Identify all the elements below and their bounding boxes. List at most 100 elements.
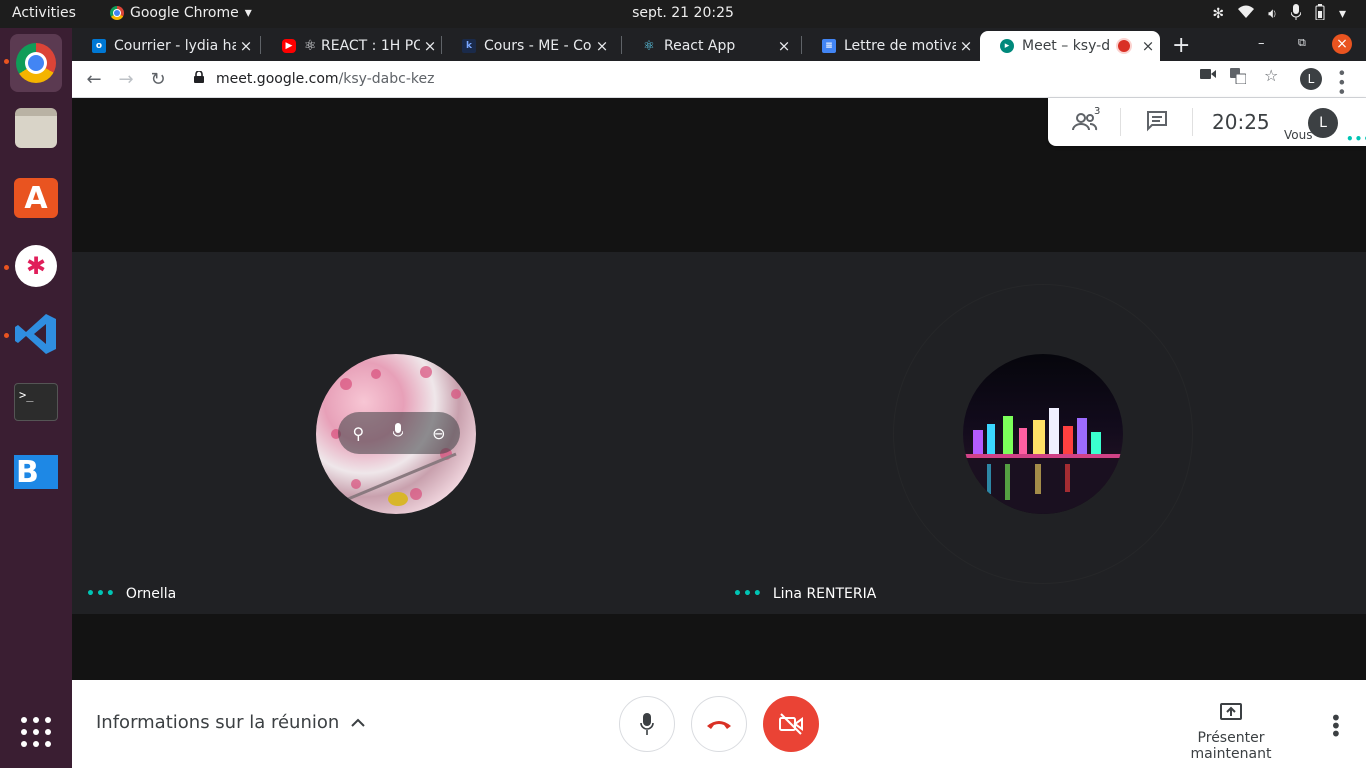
translate-icon[interactable] [1230, 68, 1247, 88]
meeting-status-panel: 3 20:25 Vous L ••• [1048, 98, 1366, 146]
close-tab-icon[interactable]: × [774, 37, 794, 55]
meeting-clock: 20:25 [1212, 110, 1270, 134]
show-apps-button[interactable] [12, 708, 60, 756]
chrome-icon [16, 43, 56, 83]
browser-menu-icon[interactable]: ••• [1332, 68, 1351, 96]
slack-icon: ✱ [15, 245, 57, 287]
url-path: /ksy-dabc-kez [338, 71, 435, 87]
self-label: Vous [1284, 128, 1313, 142]
tab-react-app[interactable]: ⚛ React App × [622, 31, 796, 61]
docs-icon: ≡ [822, 39, 836, 53]
pin-icon[interactable]: ⚲ [352, 424, 364, 443]
dock-chrome[interactable] [10, 34, 62, 92]
audio-indicator-icon: ••• [86, 586, 116, 602]
tab-title: Meet – ksy-da [1022, 38, 1110, 54]
forward-button[interactable]: → [114, 67, 138, 91]
close-tab-icon[interactable]: × [1138, 37, 1158, 55]
chat-button[interactable] [1146, 110, 1168, 136]
youtube-icon: ▶ [282, 39, 296, 53]
terminal-icon: >_ [14, 383, 58, 421]
participant-avatar: ⚲ ⊖ [316, 354, 476, 514]
meeting-info-label: Informations sur la réunion [96, 712, 340, 733]
meeting-controls-bar: Informations sur la réunion Présenter ma… [72, 680, 1366, 768]
lock-icon[interactable] [194, 70, 204, 87]
react-icon: ⚛ [643, 38, 655, 54]
dock: A ✱ >_ B [0, 28, 72, 768]
tab-outlook[interactable]: o Courrier - lydia ha × [72, 31, 258, 61]
reload-button[interactable]: ↻ [146, 67, 170, 91]
dock-slack[interactable]: ✱ [12, 242, 60, 290]
self-avatar[interactable]: L [1308, 108, 1338, 138]
outlook-icon: o [92, 39, 106, 53]
dock-vscode[interactable] [12, 310, 60, 358]
meeting-stage: ⚲ ⊖ ••• Ornella ••• Lina RENTERIA [72, 98, 1366, 680]
camera-in-use-icon[interactable] [1200, 68, 1216, 84]
participant-avatar [963, 354, 1123, 514]
recording-icon [1118, 40, 1130, 52]
wifi-icon[interactable] [1238, 5, 1255, 23]
app-grid-icon [21, 717, 51, 747]
audio-indicator-icon: ••• [733, 586, 763, 602]
self-audio-indicator-icon: ••• [1346, 132, 1366, 146]
new-tab-button[interactable]: + [1172, 33, 1190, 58]
battery-icon[interactable] [1315, 4, 1325, 24]
hang-up-button[interactable] [691, 696, 747, 752]
participants-button[interactable]: 3 [1072, 106, 1102, 136]
bookmark-star-icon[interactable]: ☆ [1264, 66, 1278, 85]
restore-button[interactable]: ⧉ [1298, 36, 1306, 50]
software-icon: A [14, 178, 58, 218]
participant-tile[interactable]: ⚲ ⊖ ••• Ornella [72, 252, 719, 614]
close-window-button[interactable]: × [1332, 34, 1352, 54]
vscode-icon [15, 314, 56, 354]
chevron-up-icon [351, 712, 365, 733]
slack-tray-icon[interactable]: ✻ [1212, 6, 1224, 22]
microphone-button[interactable] [619, 696, 675, 752]
files-icon [15, 108, 57, 148]
tab-title: ⚛ REACT : 1H PO [304, 38, 420, 54]
meeting-info-toggle[interactable]: Informations sur la réunion [96, 712, 365, 733]
more-options-icon[interactable]: • • • [1330, 708, 1342, 744]
participant-name-bar: ••• Ornella [86, 586, 176, 602]
participant-name: Lina RENTERIA [772, 586, 877, 602]
tab-meet[interactable]: ▸ Meet – ksy-da × [980, 31, 1160, 61]
power-menu-chevron-icon[interactable]: ▾ [1339, 6, 1346, 22]
participant-count: 3 [1094, 106, 1101, 117]
volume-icon[interactable]: 🔉︎ [1268, 6, 1277, 22]
tab-strip: o Courrier - lydia ha × ▶ ⚛ REACT : 1H P… [72, 28, 1366, 61]
present-now-button[interactable]: Présenter maintenant [1166, 702, 1296, 762]
dock-terminal[interactable]: >_ [12, 378, 60, 426]
tab-title: Cours - ME - Coun [484, 38, 592, 54]
participant-tile[interactable]: ••• Lina RENTERIA [719, 252, 1366, 614]
camera-off-icon [779, 713, 803, 735]
microphone-icon[interactable] [1290, 4, 1302, 24]
microphone-icon [640, 713, 654, 735]
present-screen-icon [1220, 703, 1242, 720]
minimize-button[interactable]: – [1258, 36, 1265, 51]
dock-files[interactable] [12, 104, 60, 152]
tab-docs[interactable]: ≡ Lettre de motiva × [802, 31, 978, 61]
back-button[interactable]: ← [82, 67, 106, 91]
close-tab-icon[interactable]: × [956, 37, 976, 55]
address-bar[interactable]: meet.google.com/ksy-dabc-kez [180, 64, 1330, 94]
present-now-label: Présenter maintenant [1190, 730, 1272, 762]
tab-cours[interactable]: k Cours - ME - Coun × [442, 31, 614, 61]
browser-toolbar: ← → ↻ meet.google.com/ksy-dabc-kez ☆ L •… [72, 61, 1366, 98]
url-host: meet.google.com [216, 71, 339, 87]
tab-title: React App [664, 38, 736, 54]
system-clock[interactable]: sept. 21 20:25 [0, 5, 1366, 21]
tab-youtube[interactable]: ▶ ⚛ REACT : 1H PO × [262, 31, 442, 61]
dock-bluejeans[interactable]: B [12, 448, 60, 496]
k-icon: k [462, 39, 476, 53]
dock-software[interactable]: A [12, 174, 60, 222]
tile-hover-controls[interactable]: ⚲ ⊖ [338, 412, 460, 454]
profile-avatar[interactable]: L [1300, 68, 1322, 90]
remove-participant-icon[interactable]: ⊖ [432, 424, 445, 443]
mute-participant-icon[interactable] [392, 423, 404, 443]
system-top-bar: Activities Google Chrome ▾ sept. 21 20:2… [0, 0, 1366, 28]
system-tray[interactable]: ✻ 🔉︎ ▾ [1212, 4, 1346, 24]
close-tab-icon[interactable]: × [420, 37, 440, 55]
close-tab-icon[interactable]: × [236, 37, 256, 55]
participant-name-bar: ••• Lina RENTERIA [733, 586, 876, 602]
close-tab-icon[interactable]: × [592, 37, 612, 55]
camera-toggle-button[interactable] [763, 696, 819, 752]
